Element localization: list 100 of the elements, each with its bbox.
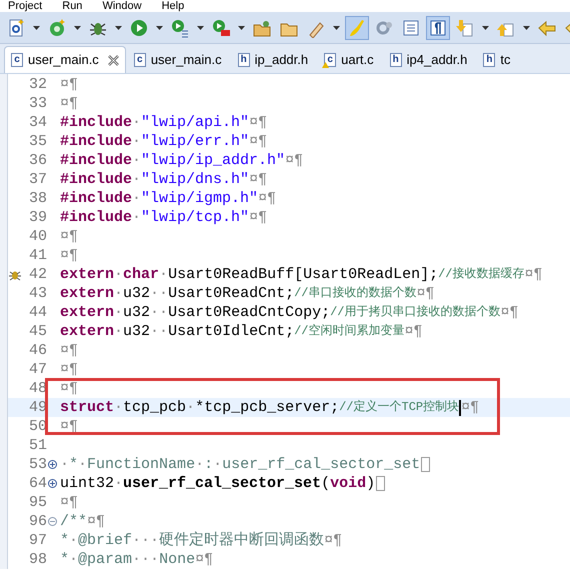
code-string: "lwip/ip_addr.h": [141, 151, 286, 170]
line-number: 47: [28, 361, 47, 378]
line-number: 40: [28, 228, 47, 245]
whitespace-mark: ·: [132, 189, 142, 208]
code-text: u32: [123, 303, 150, 322]
line-number: 46: [28, 342, 47, 359]
whitespace-mark: ¤¶: [60, 227, 78, 246]
whitespace-mark: ·: [60, 455, 70, 474]
doc-comment: FunctionName: [87, 455, 196, 474]
code-text: Usart0IdleCnt;: [168, 322, 294, 341]
bug-icon[interactable]: [9, 268, 21, 280]
whitespace-mark: ·: [213, 455, 222, 474]
code-keyword: void: [330, 474, 366, 493]
close-icon[interactable]: [108, 54, 119, 66]
code-string: "lwip/api.h": [141, 113, 250, 132]
editor-tab[interactable]: c user_main.c: [4, 46, 126, 73]
code-function-name: user_rf_cal_sector_set: [123, 474, 322, 493]
collapse-icon[interactable]: [48, 517, 57, 526]
line-number: 51: [28, 437, 47, 454]
whitespace-mark: ·: [78, 455, 88, 474]
code-keyword: extern: [60, 303, 114, 322]
line-number: 34: [28, 114, 47, 131]
whitespace-mark: ¤¶: [249, 132, 268, 151]
whitespace-mark: ¤¶: [60, 379, 78, 398]
doc-comment: *: [60, 531, 70, 550]
whitespace-mark: ¤¶: [249, 113, 268, 132]
dropdown-caret-icon[interactable]: [238, 26, 245, 30]
menu-item[interactable]: Project: [8, 0, 42, 12]
folded-code-marker[interactable]: [376, 476, 386, 491]
code-keyword: extern: [60, 265, 114, 284]
dropdown-caret-icon[interactable]: [333, 26, 340, 30]
editor-tab[interactable]: h ip_addr.h: [230, 46, 316, 73]
doc-comment: @brief: [78, 531, 132, 550]
menu-item[interactable]: Run: [62, 0, 82, 12]
doc-comment: 硬件定时器中断回调函数: [159, 531, 324, 550]
code-text: Usart0ReadCntCopy;: [168, 303, 330, 322]
doc-comment: user_rf_cal_sector_set: [222, 455, 420, 474]
expand-icon[interactable]: [48, 460, 57, 469]
whitespace-mark: ¤¶: [195, 550, 214, 569]
code-keyword: extern: [60, 284, 114, 303]
code-keyword: char: [123, 265, 160, 284]
editor-tab[interactable]: h tc: [475, 46, 518, 73]
code-keyword: #include: [60, 208, 132, 227]
code-comment: //接收数据缓存: [438, 266, 525, 283]
dropdown-caret-icon[interactable]: [74, 26, 81, 30]
dropdown-caret-icon[interactable]: [115, 26, 122, 30]
whitespace-mark: ·: [114, 398, 124, 417]
whitespace-mark: ¤¶: [60, 360, 78, 379]
whitespace-mark: ¤¶: [60, 493, 78, 512]
code-text: uint32: [60, 474, 114, 493]
down-arrow-icon: [455, 18, 475, 38]
code-text: u32: [123, 322, 150, 341]
code-keyword: #include: [60, 113, 132, 132]
line-number: 96: [28, 513, 47, 530]
whitespace-mark: ·: [132, 170, 142, 189]
dropdown-caret-icon[interactable]: [482, 26, 489, 30]
whitespace-mark: ···: [132, 550, 160, 569]
whitespace-mark: ¤¶: [258, 189, 276, 208]
folded-code-marker[interactable]: [421, 457, 430, 472]
editor-tab[interactable]: c user_main.c: [126, 46, 230, 73]
code-keyword: #include: [60, 170, 132, 189]
dropdown-caret-icon[interactable]: [523, 26, 530, 30]
line-number: 95: [28, 494, 47, 511]
dropdown-caret-icon[interactable]: [197, 26, 204, 30]
code-keyword: struct: [60, 398, 114, 417]
whitespace-mark: ¤¶: [60, 246, 78, 265]
code-keyword: #include: [60, 151, 132, 170]
code-keyword: extern: [60, 322, 114, 341]
play-stop-icon: [211, 18, 231, 38]
whitespace-mark: ·: [159, 265, 168, 284]
code-text: (: [321, 474, 330, 493]
toolbar-button[interactable]: [426, 16, 450, 40]
editor-tab[interactable]: h ip4_addr.h: [382, 46, 476, 73]
line-number: 44: [28, 304, 47, 321]
whitespace-mark: ¤¶: [87, 512, 106, 531]
pilcrow-icon: [428, 18, 448, 38]
whitespace-mark: ·: [132, 132, 142, 151]
file-icon: h: [238, 52, 250, 66]
code-keyword: #include: [60, 132, 132, 151]
menu-item[interactable]: Help: [162, 0, 184, 12]
dropdown-caret-icon[interactable]: [156, 26, 163, 30]
dropdown-caret-icon[interactable]: [33, 26, 40, 30]
whitespace-mark: ¤¶: [249, 208, 268, 227]
editor-tab[interactable]: c uart.c: [316, 46, 382, 73]
doc-comment: *: [60, 550, 70, 569]
line-number: 43: [28, 285, 47, 302]
code-text: ): [366, 474, 376, 493]
line-number: 39: [28, 209, 47, 226]
code-keyword: #include: [60, 189, 132, 208]
whitespace-mark: ¤¶: [249, 170, 268, 189]
line-number: 33: [28, 95, 47, 112]
expand-icon[interactable]: [48, 479, 57, 488]
whitespace-mark: ¤¶: [60, 75, 78, 94]
line-number: 53: [28, 456, 47, 473]
menu-item[interactable]: Window: [102, 0, 142, 12]
whitespace-mark: ·: [132, 113, 142, 132]
whitespace-mark: ·: [69, 531, 78, 550]
code-text: *tcp_pcb_server;: [195, 398, 340, 417]
line-number: 38: [28, 190, 47, 207]
line-number: 98: [28, 551, 47, 568]
